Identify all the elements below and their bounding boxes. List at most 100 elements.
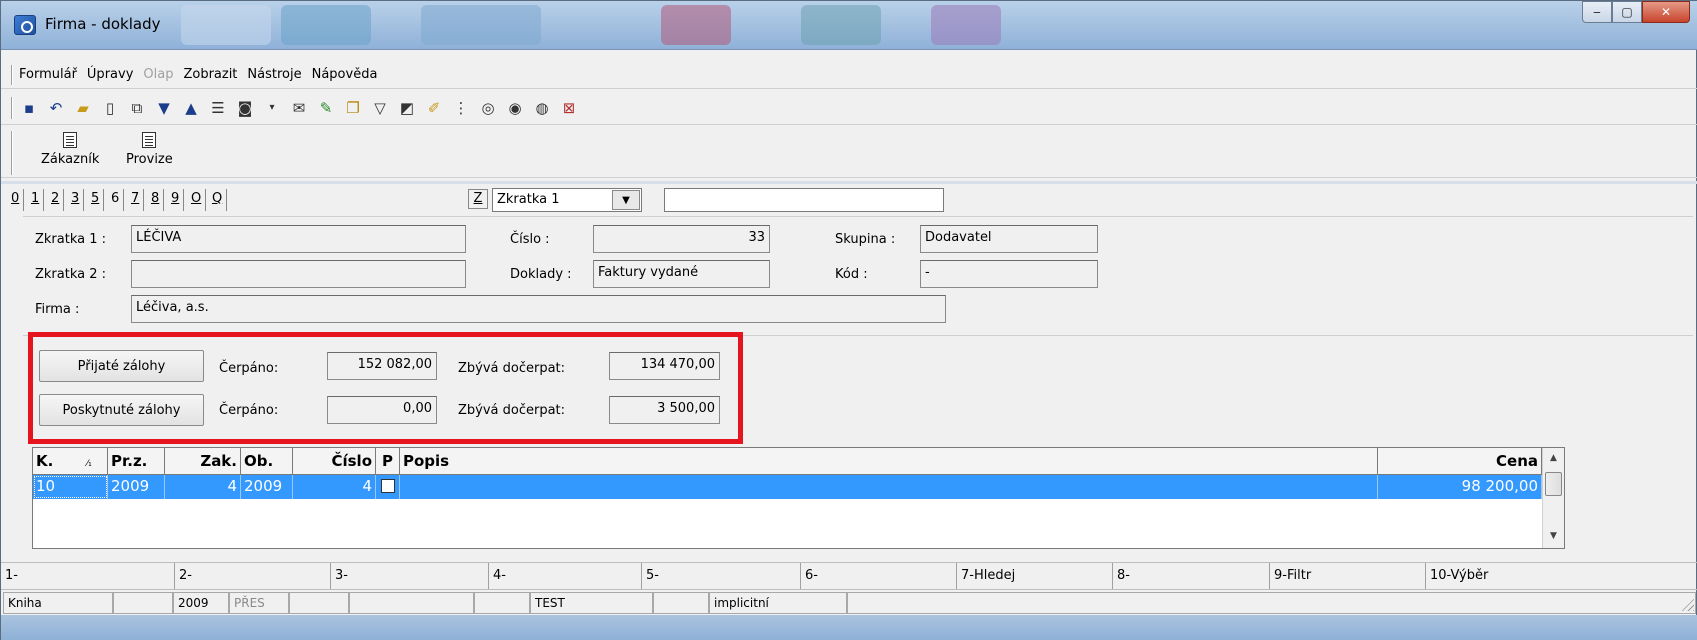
doklady-field[interactable]: Faktury vydané [593, 260, 770, 288]
cell-cislo[interactable]: 4 [293, 475, 376, 499]
fkey-9[interactable]: 9-Filtr [1270, 563, 1426, 589]
arrow-down-icon[interactable]: ▼ [154, 98, 174, 118]
action-bar: Zákazník Provize [1, 128, 1697, 178]
commission-button[interactable]: Provize [126, 132, 173, 167]
col-header-cislo[interactable]: Číslo [293, 448, 376, 475]
delete-filter-icon[interactable]: ⊠ [559, 98, 579, 118]
menu-zobrazit[interactable]: Zobrazit [183, 67, 237, 82]
toolbar: ▪ ↶ ▰ ▯ ⧉ ▼ ▲ ☰ ◙ ▾ ✉ ✎ ❐ ▽ ◩ ✐ ⋮ ◎ ◉ ◍ … [1, 91, 1697, 125]
fkey-2[interactable]: 2- [175, 563, 331, 589]
menu-grip [11, 65, 13, 85]
edit-folder-icon[interactable]: ✐ [424, 98, 444, 118]
col-header-k[interactable]: K. ⁄₁ [33, 448, 108, 475]
document-icon [142, 132, 157, 148]
cell-ob[interactable]: 2009 [241, 475, 293, 499]
main-window: Firma - doklady ‒ ▢ ✕ Formulář Úpravy Ol… [0, 0, 1697, 640]
col-header-prz[interactable]: Pr.z. [108, 448, 165, 475]
vertical-scrollbar[interactable]: ▲ ▼ [1542, 448, 1564, 548]
customer-label: Zákazník [41, 152, 100, 167]
cell-prz[interactable]: 2009 [108, 475, 165, 499]
binoculars-icon[interactable]: ◎ [478, 98, 498, 118]
search-input[interactable] [664, 188, 944, 212]
fkey-8[interactable]: 8- [1113, 563, 1270, 589]
zkratka2-field[interactable] [131, 260, 466, 288]
app-icon[interactable] [14, 15, 36, 35]
cell-p[interactable] [376, 475, 400, 499]
new-document-icon[interactable]: ▯ [100, 98, 120, 118]
wizard-icon[interactable]: ✎ [316, 98, 336, 118]
fkey-6[interactable]: 6- [801, 563, 957, 589]
status-profile: implicitní [709, 592, 847, 614]
scroll-down-icon[interactable]: ▼ [1543, 526, 1564, 546]
maximize-button[interactable]: ▢ [1612, 1, 1642, 23]
kod-field[interactable]: - [920, 260, 1098, 288]
tab-1[interactable]: 1 [27, 189, 45, 211]
status-empty [653, 592, 709, 614]
col-header-cena[interactable]: Cena [1378, 448, 1542, 475]
tab-2[interactable]: 2 [47, 189, 65, 211]
tab-8[interactable]: 8 [147, 189, 165, 211]
tab-o[interactable]: O [187, 189, 207, 211]
tab-6[interactable]: 6 [107, 189, 125, 211]
cell-k[interactable]: 10 [33, 475, 108, 499]
tree-icon[interactable]: ⋮ [451, 98, 471, 118]
col-header-p[interactable]: P [376, 448, 400, 475]
dropdown-arrow-icon[interactable]: ▾ [262, 98, 282, 118]
highlight-box [28, 332, 743, 444]
undo-icon[interactable]: ↶ [46, 98, 66, 118]
cell-popis[interactable] [400, 475, 1378, 499]
cislo-field[interactable]: 33 [593, 225, 770, 253]
scroll-up-icon[interactable]: ▲ [1543, 448, 1564, 468]
chevron-down-icon[interactable]: ▼ [612, 190, 640, 210]
mail-icon[interactable]: ✉ [289, 98, 309, 118]
tab-9[interactable]: 9 [167, 189, 185, 211]
tab-7[interactable]: 7 [127, 189, 145, 211]
copy-icon[interactable]: ⧉ [127, 98, 147, 118]
window-controls: ‒ ▢ ✕ [1582, 1, 1690, 27]
arrow-up-icon[interactable]: ▲ [181, 98, 201, 118]
filter-icon[interactable]: ▽ [370, 98, 390, 118]
fkey-4[interactable]: 4- [489, 563, 642, 589]
minimize-button[interactable]: ‒ [1582, 1, 1612, 23]
cell-zak[interactable]: 4 [165, 475, 241, 499]
col-header-ob[interactable]: Ob. [241, 448, 293, 475]
sort-z-button[interactable]: Z [468, 189, 488, 209]
open-folder-icon[interactable]: ▰ [73, 98, 93, 118]
taskbar-ghost [801, 5, 881, 45]
menu-formular[interactable]: Formulář [19, 67, 77, 82]
documents-table[interactable]: K. ⁄₁ Pr.z. Zak. Ob. Číslo P Popis Cena … [32, 447, 1565, 549]
firma-field[interactable]: Léčiva, a.s. [131, 295, 946, 323]
tab-0[interactable]: 0 [7, 189, 25, 211]
fkey-7[interactable]: 7-Hledej [957, 563, 1113, 589]
tab-q[interactable]: Q [208, 189, 228, 211]
properties-icon[interactable]: ☰ [208, 98, 228, 118]
menu-napoveda[interactable]: Nápověda [312, 67, 378, 82]
menu-nastroje[interactable]: Nástroje [247, 67, 301, 82]
col-header-zak[interactable]: Zak. [165, 448, 241, 475]
sort-combo[interactable]: Zkratka 1 ▼ [492, 188, 642, 212]
col-header-popis[interactable]: Popis [400, 448, 1378, 475]
scroll-thumb[interactable] [1545, 472, 1562, 496]
cell-cena[interactable]: 98 200,00 [1378, 475, 1542, 499]
binoculars-next-icon[interactable]: ◉ [505, 98, 525, 118]
menu-upravy[interactable]: Úpravy [87, 67, 133, 82]
save-icon[interactable]: ▪ [19, 98, 39, 118]
attachment-icon [380, 479, 395, 493]
zkratka1-field[interactable]: LÉČIVA [131, 225, 466, 253]
status-bar: Kniha 2009 PŘES TEST implicitní [1, 589, 1697, 615]
binoculars-prev-icon[interactable]: ◍ [532, 98, 552, 118]
fkey-5[interactable]: 5- [642, 563, 801, 589]
book-icon[interactable]: ❐ [343, 98, 363, 118]
taskbar-ghost [421, 5, 541, 45]
taskbar-ghost [931, 5, 1001, 45]
tab-5[interactable]: 5 [87, 189, 105, 211]
tab-3[interactable]: 3 [67, 189, 85, 211]
fkey-1[interactable]: 1- [1, 563, 175, 589]
skupina-field[interactable]: Dodavatel [920, 225, 1098, 253]
filter-edit-icon[interactable]: ◩ [397, 98, 417, 118]
fkey-10[interactable]: 10-Výběr [1426, 563, 1696, 589]
camera-icon[interactable]: ◙ [235, 98, 255, 118]
fkey-3[interactable]: 3- [331, 563, 489, 589]
close-button[interactable]: ✕ [1642, 1, 1690, 23]
customer-button[interactable]: Zákazník [41, 132, 99, 167]
